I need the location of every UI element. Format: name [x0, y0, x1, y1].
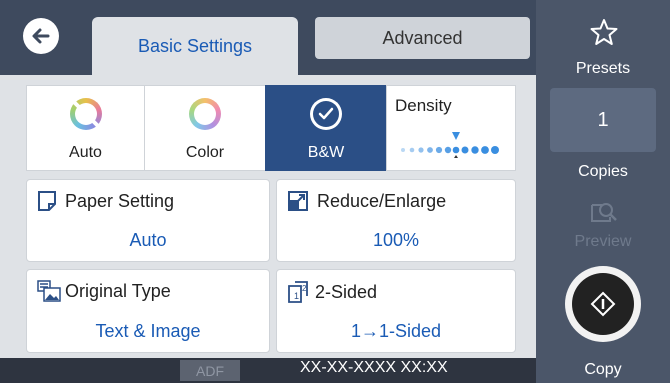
color-mode-label: Color	[185, 144, 225, 161]
star-icon	[590, 19, 618, 45]
tab-basic-settings[interactable]: Basic Settings	[92, 17, 298, 75]
back-button[interactable]	[23, 18, 59, 54]
reduce-enlarge-button[interactable]: Reduce/Enlarge 100%	[276, 179, 516, 262]
copies-input[interactable]: 1	[550, 88, 656, 152]
color-mode-auto[interactable]: Auto	[26, 85, 145, 171]
resize-icon	[288, 191, 308, 211]
preview-icon	[591, 203, 617, 222]
copy-label: Copy	[584, 361, 622, 378]
color-mode-label: B&W	[307, 144, 345, 161]
paper-setting-button[interactable]: Paper Setting Auto	[26, 179, 270, 262]
right-sidebar: Presets 1 Copies Preview Copy	[536, 0, 670, 383]
copies-label: Copies	[578, 163, 628, 180]
original-type-value: Text & Image	[95, 321, 201, 341]
reduce-enlarge-value: 100%	[372, 230, 420, 250]
back-arrow-icon	[32, 28, 50, 44]
preview-label: Preview	[574, 233, 632, 250]
tab-advanced[interactable]: Advanced	[315, 17, 530, 59]
adf-indicator: ADF	[180, 360, 240, 381]
color-mode-color[interactable]: Color	[144, 85, 266, 171]
check-icon	[310, 98, 342, 130]
presets-button[interactable]: Presets	[536, 0, 670, 82]
date-time: XX-XX-XXXX XX:XX	[300, 359, 448, 376]
color-icon	[189, 98, 221, 130]
copies-value: 1	[597, 108, 609, 131]
two-sided-label: 2-Sided	[315, 281, 378, 302]
svg-text:1: 1	[294, 291, 299, 301]
paper-setting-label: Paper Setting	[65, 190, 175, 211]
main-panel: Basic Settings Advanced Auto Color B&W D…	[0, 0, 536, 383]
color-mode-bw[interactable]: B&W	[265, 85, 387, 171]
svg-text:2: 2	[302, 284, 307, 293]
reduce-enlarge-label: Reduce/Enlarge	[317, 190, 447, 211]
two-sided-button[interactable]: 1 2 2-Sided 1→1-Sided	[276, 269, 516, 353]
density-scale-icon	[401, 132, 499, 158]
density-button[interactable]: Density	[386, 85, 516, 171]
paper-setting-value: Auto	[129, 230, 167, 250]
original-type-icon	[37, 280, 61, 302]
status-bar: ADF XX-XX-XXXX XX:XX	[0, 358, 536, 383]
presets-label: Presets	[575, 60, 631, 77]
two-sided-icon: 1 2	[288, 281, 308, 303]
preview-button[interactable]: Preview	[536, 195, 670, 255]
original-type-label: Original Type	[65, 280, 171, 301]
paper-icon	[38, 191, 56, 211]
copy-start-button[interactable]	[565, 266, 641, 342]
color-mode-row: Auto Color B&W Density	[26, 85, 516, 171]
top-bar: Basic Settings Advanced	[0, 0, 536, 75]
start-icon	[590, 291, 616, 317]
two-sided-value: 1→1-Sided	[350, 321, 442, 341]
density-label: Density	[395, 96, 452, 115]
original-type-button[interactable]: Original Type Text & Image	[26, 269, 270, 353]
color-mode-label: Auto	[69, 144, 102, 161]
auto-color-icon	[69, 98, 102, 130]
